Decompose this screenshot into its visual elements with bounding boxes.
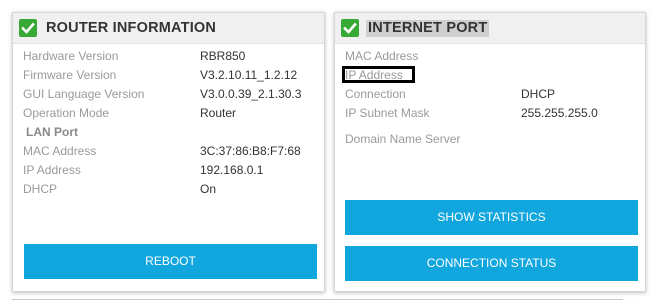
- info-value: V3.2.10.11_1.2.12: [200, 68, 298, 82]
- info-label: DHCP: [23, 182, 58, 196]
- lan-port-heading: LAN Port: [26, 125, 78, 139]
- info-label: MAC Address: [345, 49, 419, 63]
- info-label: IP Subnet Mask: [345, 106, 430, 120]
- info-label: Firmware Version: [23, 68, 117, 82]
- info-value: 255.255.255.0: [521, 106, 598, 120]
- info-label: MAC Address: [23, 144, 97, 158]
- info-label: GUI Language Version: [23, 87, 145, 101]
- internet-port-panel: INTERNET PORT MAC Address IP Address Con…: [334, 12, 646, 292]
- router-information-panel: ROUTER INFORMATION Hardware Version RBR8…: [12, 12, 325, 292]
- info-label: Connection: [345, 87, 406, 101]
- panel-header: ROUTER INFORMATION: [13, 13, 324, 44]
- reboot-button[interactable]: REBOOT: [24, 244, 317, 279]
- show-statistics-button[interactable]: SHOW STATISTICS: [345, 200, 638, 235]
- check-icon: [341, 19, 359, 37]
- info-label: IP Address: [23, 163, 81, 177]
- panel-title: INTERNET PORT: [366, 20, 490, 37]
- connection-status-button[interactable]: CONNECTION STATUS: [345, 246, 638, 281]
- info-value: 192.168.0.1: [200, 163, 264, 177]
- info-label: Operation Mode: [23, 106, 110, 120]
- info-value: Router: [200, 106, 237, 120]
- info-label: Hardware Version: [23, 49, 119, 63]
- info-value: V3.0.0.39_2.1.30.3: [200, 87, 302, 101]
- info-label: Domain Name Server: [345, 132, 461, 146]
- info-value: On: [200, 182, 217, 196]
- info-value: RBR850: [200, 49, 246, 63]
- panel-title: ROUTER INFORMATION: [46, 20, 217, 36]
- divider: [12, 299, 623, 300]
- panel-header: INTERNET PORT: [335, 13, 645, 44]
- check-icon: [19, 19, 37, 37]
- ip-address-highlight-box: [342, 66, 415, 83]
- info-value: DHCP: [521, 87, 556, 101]
- info-value: 3C:37:86:B8:F7:68: [200, 144, 301, 158]
- dashboard-page: ROUTER INFORMATION Hardware Version RBR8…: [0, 0, 659, 307]
